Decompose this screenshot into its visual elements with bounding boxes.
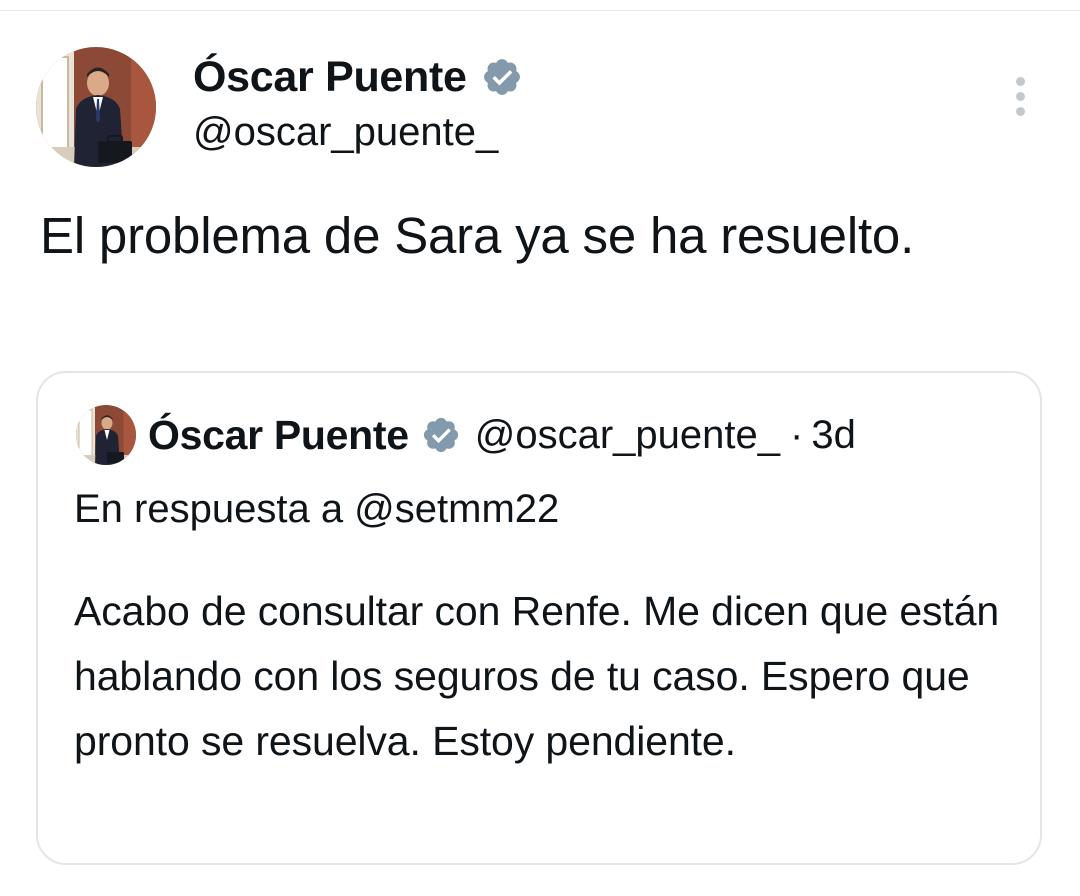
verified-badge-icon[interactable]: [481, 56, 523, 98]
quoted-tweet-header: Óscar Puente @oscar_puente_ · 3d: [76, 405, 856, 465]
author-handle[interactable]: @oscar_puente_: [193, 110, 523, 155]
quoted-avatar[interactable]: [76, 405, 136, 465]
tweet-text: El problema de Sara ya se ha resuelto.: [40, 207, 915, 264]
author-block: Óscar Puente @oscar_puente_: [193, 52, 523, 155]
separator-dot: ·: [790, 412, 804, 457]
more-vertical-icon-dot: [1015, 106, 1025, 116]
top-divider: [0, 10, 1080, 11]
quoted-author-name[interactable]: Óscar Puente: [148, 412, 409, 459]
avatar-photo: [36, 47, 156, 167]
avatar[interactable]: [36, 47, 156, 167]
more-vertical-icon-dot: [1015, 91, 1025, 101]
quoted-avatar-photo: [76, 405, 136, 465]
quoted-author-handle[interactable]: @oscar_puente_: [475, 413, 780, 458]
quoted-tweet-text: Acabo de consultar con Renfe. Me dicen q…: [74, 588, 1000, 764]
author-name[interactable]: Óscar Puente: [193, 53, 467, 102]
quoted-timestamp[interactable]: 3d: [811, 413, 856, 458]
verified-badge-icon[interactable]: [421, 415, 461, 455]
reply-to-label: En respuesta a @setmm22: [74, 487, 560, 531]
more-options-button[interactable]: [1004, 72, 1036, 120]
author-row: Óscar Puente: [193, 52, 523, 102]
quoted-tweet-card[interactable]: Óscar Puente @oscar_puente_ · 3d En resp…: [36, 371, 1042, 865]
more-vertical-icon: [1015, 76, 1025, 86]
